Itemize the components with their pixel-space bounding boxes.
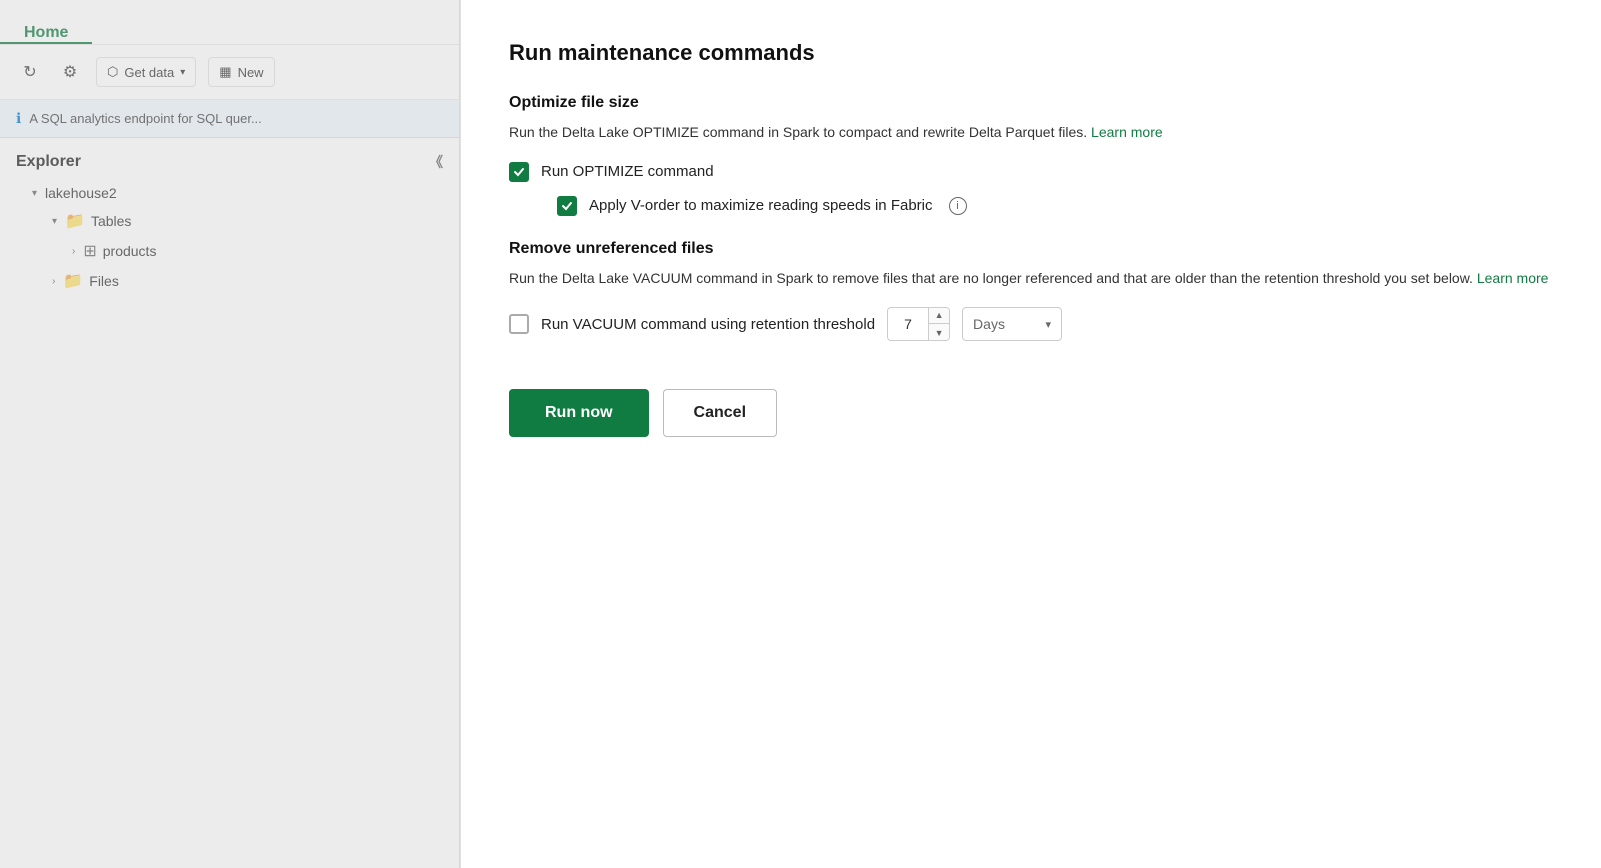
optimize-desc-text: Run the Delta Lake OPTIMIZE command in S… — [509, 124, 1087, 140]
optimize-checkbox[interactable] — [509, 162, 529, 182]
vorder-info-icon[interactable]: i — [949, 197, 967, 215]
vorder-checkbox-label: Apply V-order to maximize reading speeds… — [589, 197, 933, 214]
optimize-section-title: Optimize file size — [509, 94, 1553, 112]
vacuum-checkbox-label: Run VACUUM command using retention thres… — [541, 316, 875, 333]
dialog-title: Run maintenance commands — [509, 40, 1553, 66]
action-buttons: Run now Cancel — [509, 389, 1553, 437]
days-label: Days — [973, 316, 1005, 332]
cancel-button[interactable]: Cancel — [663, 389, 777, 437]
number-arrows: ▲ ▼ — [928, 307, 949, 341]
optimize-description: Run the Delta Lake OPTIMIZE command in S… — [509, 122, 1553, 144]
vacuum-description: Run the Delta Lake VACUUM command in Spa… — [509, 268, 1553, 290]
panel-overlay — [0, 0, 460, 868]
retention-number-input[interactable]: ▲ ▼ — [887, 307, 950, 341]
chevron-down-icon: ▾ — [1046, 318, 1052, 331]
vacuum-row: Run VACUUM command using retention thres… — [509, 307, 1553, 341]
vacuum-checkbox[interactable] — [509, 314, 529, 334]
optimize-learn-more[interactable]: Learn more — [1091, 124, 1163, 140]
vorder-checkbox-row: Apply V-order to maximize reading speeds… — [509, 196, 1553, 216]
optimize-checkbox-label: Run OPTIMIZE command — [541, 163, 714, 180]
vacuum-desc-text: Run the Delta Lake VACUUM command in Spa… — [509, 270, 1473, 286]
vacuum-section-title: Remove unreferenced files — [509, 240, 1553, 258]
vorder-checkbox[interactable] — [557, 196, 577, 216]
run-now-button[interactable]: Run now — [509, 389, 649, 437]
increment-arrow[interactable]: ▲ — [929, 307, 949, 324]
decrement-arrow[interactable]: ▼ — [929, 324, 949, 341]
optimize-checkbox-row: Run OPTIMIZE command — [509, 162, 1553, 182]
retention-value-input[interactable] — [888, 316, 928, 332]
vacuum-learn-more[interactable]: Learn more — [1477, 270, 1549, 286]
dialog-panel: Run maintenance commands Optimize file s… — [460, 0, 1601, 868]
retention-unit-select[interactable]: Days ▾ — [962, 307, 1062, 341]
